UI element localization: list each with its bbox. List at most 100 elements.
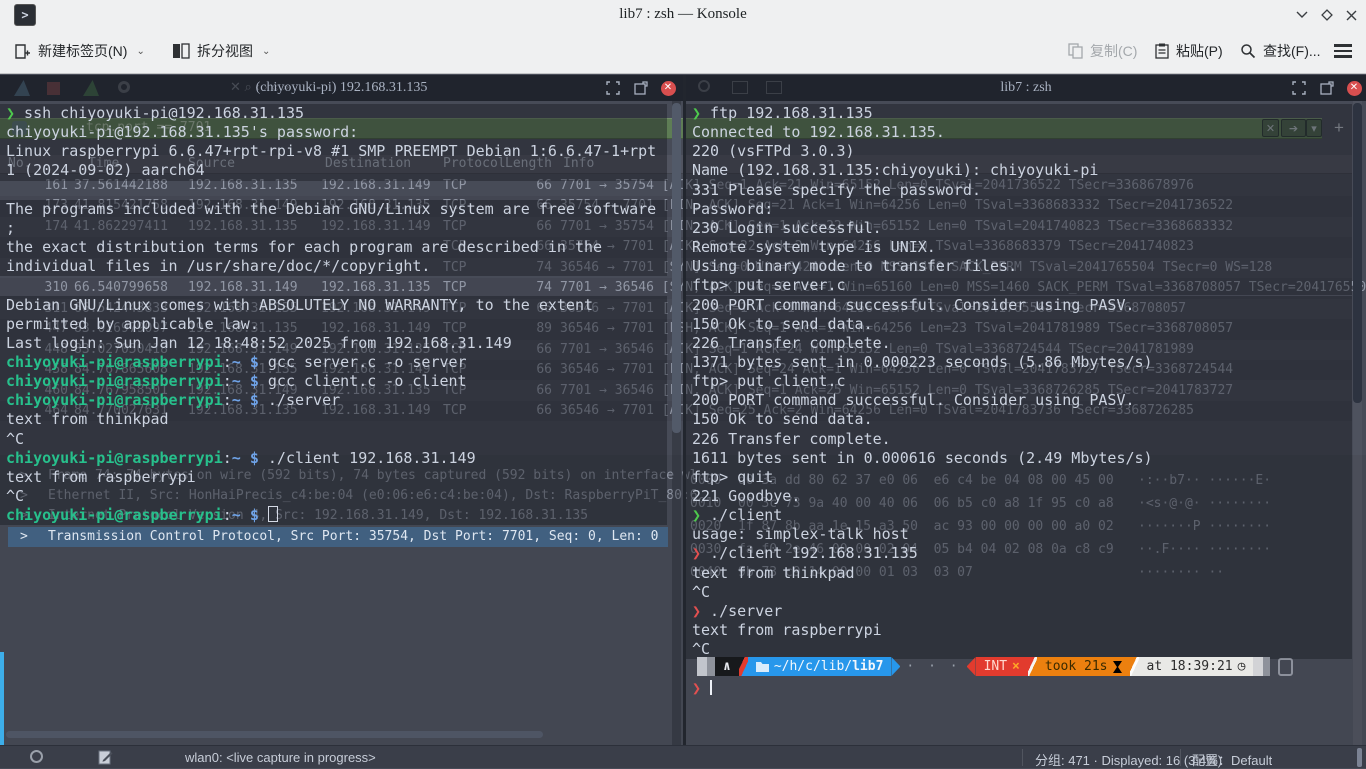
- new-tab-icon: [14, 43, 31, 60]
- terminal-line: ❯ ftp 192.168.31.135: [686, 104, 1352, 123]
- chevron-right-icon: >: [20, 529, 28, 544]
- horizontal-scrollbar[interactable]: [6, 731, 543, 738]
- terminal-line: Debian GNU/Linux comes with ABSOLUTELY N…: [0, 296, 667, 315]
- wireshark-statusbar: wlan0: <live capture in progress> 分组: 47…: [0, 745, 1366, 768]
- prompt-cap-icon: [1253, 657, 1263, 676]
- terminal-line: Linux raspberrypi 6.6.47+rpt-rpi-v8 #1 S…: [0, 142, 667, 161]
- terminal-line: ftp> put client.c: [686, 372, 1352, 391]
- terminal-line: text from raspberrypi: [0, 468, 667, 487]
- terminal-line: [0, 181, 667, 200]
- find-button[interactable]: 查找(F)...: [1240, 36, 1321, 66]
- terminal-line: text from thinkpad: [686, 564, 1352, 583]
- scrollbar-right[interactable]: [1353, 101, 1362, 745]
- missing-glyph-box: [1278, 658, 1293, 676]
- scrollbar-thumb[interactable]: [672, 103, 681, 433]
- terminal-line: chiyoyuki-pi@raspberrypi:~ $ ./client 19…: [0, 449, 667, 468]
- chevron-down-icon: ⌄: [262, 46, 270, 57]
- terminal-line: The programs included with the Debian GN…: [0, 200, 667, 219]
- segment-arrow-icon: [967, 657, 976, 676]
- segment-separator-icon: [1028, 657, 1037, 676]
- terminal-prompt-line: ❯: [686, 679, 1352, 698]
- paste-icon: [1155, 43, 1169, 59]
- window-titlebar[interactable]: > lib7 : zsh — Konsole: [0, 0, 1366, 28]
- expand-pane-icon[interactable]: [1291, 80, 1307, 96]
- minimize-button[interactable]: [1293, 6, 1311, 24]
- terminal-line: Last login: Sun Jan 12 18:48:52 2025 fro…: [0, 334, 667, 353]
- terminal-line: 331 Please specify the password.: [686, 181, 1352, 200]
- terminal-cursor: [710, 680, 712, 695]
- terminal-line: 1371 bytes sent in 0.000223 seconds (5.8…: [686, 353, 1352, 372]
- terminal-line: the exact distribution terms for each pr…: [0, 238, 667, 257]
- terminal-line: chiyoyuki-pi@192.168.31.135's password:: [0, 123, 667, 142]
- scrollbar-left[interactable]: [672, 101, 681, 745]
- terminal-line: 1611 bytes sent in 0.000616 seconds (2.4…: [686, 449, 1352, 468]
- terminal-line: text from raspberrypi: [686, 621, 1352, 640]
- terminal-line: chiyoyuki-pi@raspberrypi:~ $ gcc client.…: [0, 372, 667, 391]
- pane-title-right: lib7 : zsh: [1000, 80, 1051, 96]
- terminal-line: 200 PORT command successful. Consider us…: [686, 296, 1352, 315]
- terminal-line: 226 Transfer complete.: [686, 430, 1352, 449]
- prompt-cap-icon: [1263, 657, 1270, 676]
- terminal-line: Remote system type is UNIX.: [686, 238, 1352, 257]
- terminal-line: Connected to 192.168.31.135.: [686, 123, 1352, 142]
- terminal-line: Name (192.168.31.135:chiyoyuki): chiyoyu…: [686, 161, 1352, 180]
- prompt-dots: · · ·: [900, 659, 966, 674]
- workspace: tcp.port == 7701 ✕ ➔ ▾ + No. Time Source…: [0, 75, 1366, 745]
- close-icon: ✕: [1347, 81, 1362, 96]
- prompt-time-segment: at 18:39:21 ◷: [1139, 657, 1254, 676]
- window-title: lib7 : zsh — Konsole: [0, 0, 1366, 28]
- folder-icon: [756, 661, 769, 672]
- close-pane-button[interactable]: ✕: [1346, 80, 1362, 96]
- wireshark-zoom-icon: [698, 80, 710, 92]
- pane-splitter[interactable]: [683, 75, 686, 745]
- hourglass-icon: [1113, 661, 1122, 673]
- detach-pane-icon[interactable]: [1319, 80, 1335, 96]
- maximize-button[interactable]: [1318, 6, 1336, 24]
- scrollbar-thumb[interactable]: [1353, 103, 1362, 403]
- terminal-line: individual files in /usr/share/doc/*/cop…: [0, 257, 667, 276]
- powerlevel10k-prompt-bar: ∧ ~/h/c/lib/lib7 · · · INT × took 21s at…: [697, 657, 1293, 676]
- toolbar: 新建标签页(N) ⌄ 拆分视图 ⌄ 复制(C) 粘贴(P) 查找(F)...: [0, 28, 1366, 74]
- terminal-line: 226 Transfer complete.: [686, 334, 1352, 353]
- pane-header-left[interactable]: ✕ ⌕ ‹ › « » (chiyoyuki-pi) 192.168.31.13…: [0, 75, 683, 101]
- terminal-line: ^C: [686, 583, 1352, 602]
- segment-arrow-icon: [891, 657, 900, 676]
- expand-pane-icon[interactable]: [605, 80, 621, 96]
- terminal-line: ftp> put server.c: [686, 276, 1352, 295]
- terminal-line: ❯ ./client: [686, 506, 1352, 525]
- paste-button[interactable]: 粘贴(P): [1155, 36, 1223, 66]
- terminal-cursor: [268, 506, 278, 522]
- terminal-line: Using binary mode to transfer files.: [686, 257, 1352, 276]
- chevron-down-icon: ⌄: [136, 46, 144, 57]
- wireshark-nav-icons: ✕ ⌕ ‹ › « »: [230, 79, 289, 95]
- wireshark-options-gear-icon: [118, 81, 130, 93]
- terminal-line: ;: [0, 219, 667, 238]
- copy-button[interactable]: 复制(C): [1068, 36, 1137, 66]
- capture-comment-icon[interactable]: [98, 750, 113, 765]
- close-pane-button[interactable]: ✕: [660, 80, 676, 96]
- close-icon: ✕: [661, 81, 676, 96]
- pane-header-right[interactable]: lib7 : zsh ✕: [686, 75, 1366, 101]
- wireshark-stop-capture-icon: [47, 82, 60, 95]
- close-window-button[interactable]: [1342, 6, 1360, 24]
- new-tab-button[interactable]: 新建标签页(N) ⌄: [14, 36, 145, 66]
- wireshark-start-capture-icon: [14, 80, 30, 96]
- terminal-line: permitted by applicable law.: [0, 315, 667, 334]
- error-cross-icon: ×: [1012, 659, 1020, 674]
- expert-info-icon[interactable]: [30, 750, 43, 763]
- wireshark-layout-icon: [766, 81, 782, 94]
- split-view-button[interactable]: 拆分视图 ⌄: [172, 36, 270, 66]
- clock-icon: ◷: [1238, 659, 1246, 674]
- terminal-line: text from thinkpad: [0, 410, 667, 429]
- prompt-status-segment: INT ×: [976, 657, 1028, 676]
- terminal-line: ^C: [0, 487, 667, 506]
- paste-label: 粘贴(P): [1176, 41, 1223, 61]
- capture-status-text: wlan0: <live capture in progress>: [185, 750, 376, 765]
- detach-pane-icon[interactable]: [633, 80, 649, 96]
- terminal-line: chiyoyuki-pi@raspberrypi:~ $ gcc server.…: [0, 353, 667, 372]
- menu-button[interactable]: [1334, 36, 1352, 66]
- detail-row-selected: >Transmission Control Protocol, Src Port…: [8, 527, 668, 547]
- profile-text: 配置：Default: [1192, 750, 1272, 769]
- terminal-line: 200 PORT command successful. Consider us…: [686, 391, 1352, 410]
- terminal-line: chiyoyuki-pi@raspberrypi:~ $: [0, 506, 667, 525]
